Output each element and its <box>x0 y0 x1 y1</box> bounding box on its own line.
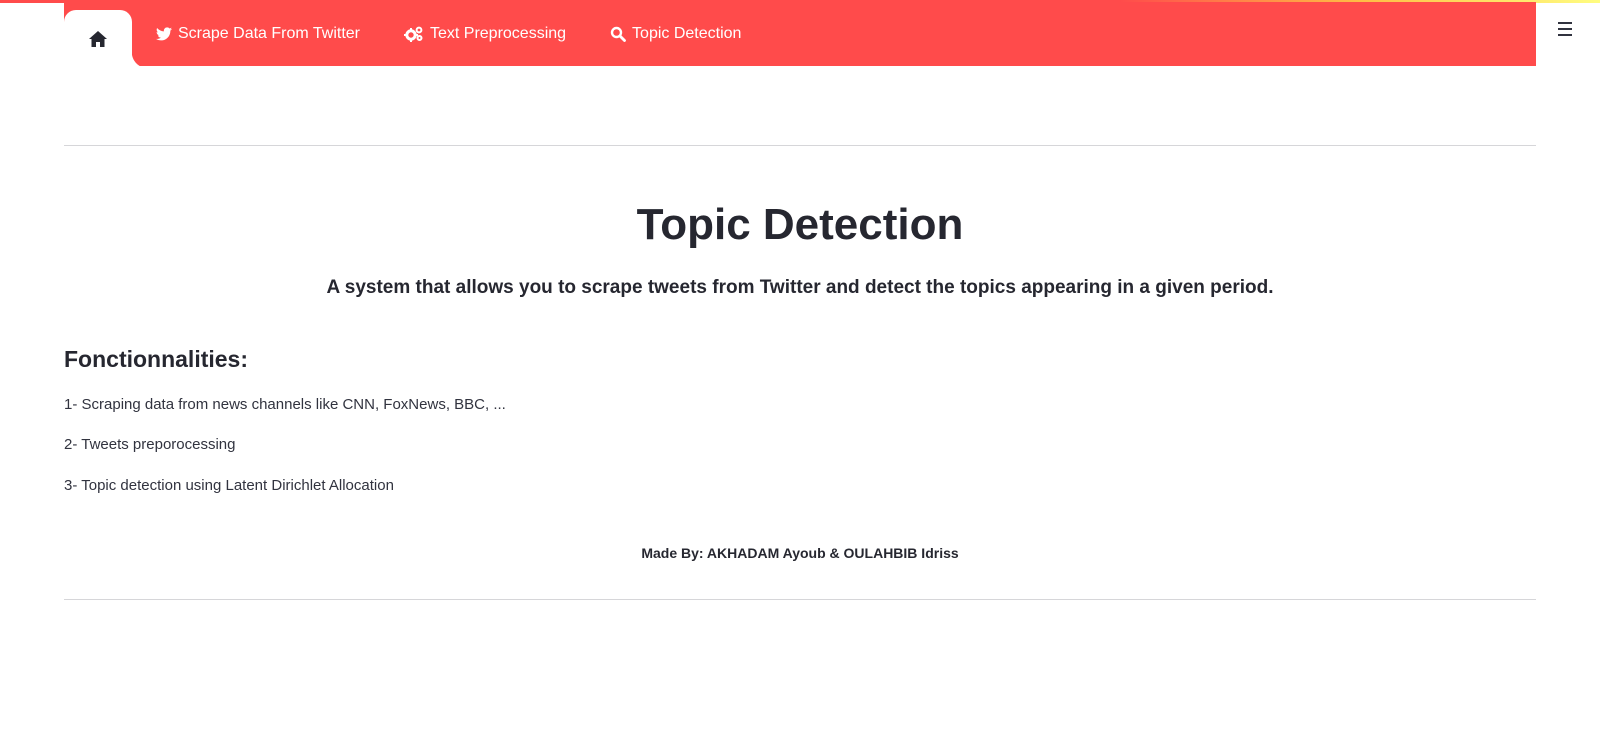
nav-items: Scrape Data From Twitter Text Preprocess… <box>156 2 785 66</box>
feature-item: 2- Tweets preporocessing <box>64 436 236 453</box>
nav-home-tab[interactable] <box>64 10 148 68</box>
gears-icon <box>403 26 423 42</box>
nav-item-topic-detection[interactable]: Topic Detection <box>610 25 741 43</box>
feature-item: 1- Scraping data from news channels like… <box>64 396 506 413</box>
twitter-icon <box>156 27 172 41</box>
nav-item-label: Text Preprocessing <box>429 25 567 42</box>
search-icon <box>610 26 626 42</box>
credits-text: Made By: AKHADAM Ayoub & OULAHBIB Idriss <box>641 545 959 561</box>
navbar: Scrape Data From Twitter Text Preprocess… <box>64 2 1536 68</box>
top-divider <box>64 145 1536 146</box>
nav-item-label: Topic Detection <box>632 25 742 42</box>
bottom-divider <box>64 599 1536 600</box>
hamburger-line <box>1558 34 1572 36</box>
nav-item-scrape-data[interactable]: Scrape Data From Twitter <box>156 25 360 43</box>
home-icon <box>89 31 107 47</box>
hamburger-menu-icon <box>1558 22 1572 24</box>
nav-item-text-preprocessing[interactable]: Text Preprocessing <box>403 25 567 43</box>
hamburger-line <box>1558 28 1572 30</box>
nav-item-label: Scrape Data From Twitter <box>178 25 360 42</box>
section-heading: Fonctionnalities: <box>64 346 248 372</box>
page: Scrape Data From Twitter Text Preprocess… <box>0 0 1600 749</box>
page-subtitle: A system that allows you to scrape tweet… <box>326 277 1274 298</box>
page-title: Topic Detection <box>636 200 964 249</box>
main-menu-button[interactable] <box>1554 18 1576 40</box>
feature-item: 3- Topic detection using Latent Dirichle… <box>64 477 394 494</box>
